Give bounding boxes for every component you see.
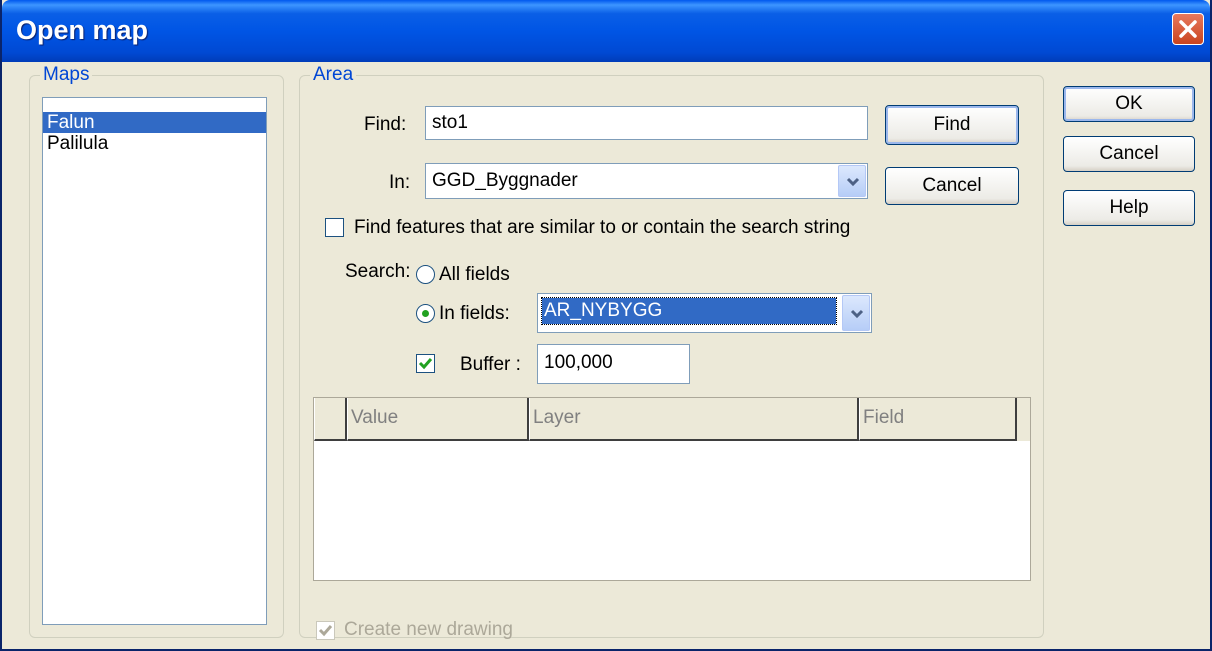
chevron-down-icon	[850, 309, 864, 319]
window-title: Open map	[16, 15, 149, 45]
maps-group: Maps Falun Palilula	[29, 64, 284, 638]
column-header-field[interactable]: Field	[859, 398, 1017, 441]
maps-legend: Maps	[40, 64, 93, 86]
close-icon	[1179, 20, 1197, 38]
cancel-area-button[interactable]: Cancel	[885, 167, 1019, 205]
in-fields-combo[interactable]: AR_NYBYGG	[537, 293, 872, 333]
ok-button[interactable]: OK	[1063, 86, 1195, 122]
maps-listbox[interactable]: Falun Palilula	[42, 97, 267, 625]
create-drawing-checkbox[interactable]	[316, 621, 335, 640]
close-button[interactable]	[1172, 13, 1204, 45]
checkmark-icon	[318, 625, 333, 637]
in-fields-dropdown-button[interactable]	[842, 295, 870, 331]
create-drawing-label: Create new drawing	[344, 619, 513, 640]
in-fields-label: In fields:	[439, 303, 510, 324]
title-bar[interactable]: Open map	[2, 0, 1210, 62]
column-header-value[interactable]: Value	[347, 398, 529, 441]
in-fields-radio[interactable]	[416, 304, 435, 323]
area-legend: Area	[310, 64, 357, 86]
in-layer-combo[interactable]: GGD_Byggnader	[425, 163, 868, 199]
area-group: Area Find: sto1 Find In: GGD_Byggnader C…	[299, 64, 1044, 640]
map-item-falun[interactable]: Falun	[43, 112, 266, 133]
similar-checkbox[interactable]	[325, 218, 344, 237]
in-fields-value: AR_NYBYGG	[541, 297, 837, 325]
all-fields-label: All fields	[439, 264, 510, 285]
map-item-palilula[interactable]: Palilula	[43, 133, 266, 154]
similar-label: Find features that are similar to or con…	[354, 217, 851, 238]
row-header-corner	[314, 398, 347, 441]
search-label: Search:	[345, 261, 411, 282]
in-layer-dropdown-button[interactable]	[838, 165, 866, 197]
in-layer-value: GGD_Byggnader	[432, 170, 578, 191]
column-header-layer[interactable]: Layer	[529, 398, 859, 441]
results-grid[interactable]: Value Layer Field	[313, 397, 1031, 581]
chevron-down-icon	[846, 177, 860, 187]
buffer-checkbox[interactable]	[416, 354, 435, 373]
open-map-dialog: Open map Maps Falun Palilula Area Find: …	[0, 0, 1212, 651]
find-input[interactable]: sto1	[425, 106, 868, 140]
find-label: Find:	[364, 114, 407, 135]
checkmark-icon	[418, 358, 433, 370]
cancel-button[interactable]: Cancel	[1063, 136, 1195, 172]
find-button[interactable]: Find	[885, 105, 1019, 145]
all-fields-radio[interactable]	[416, 265, 435, 284]
help-button[interactable]: Help	[1063, 190, 1195, 226]
buffer-input[interactable]: 100,000	[537, 344, 690, 384]
in-label: In:	[389, 172, 411, 193]
results-grid-header: Value Layer Field	[314, 398, 1030, 441]
buffer-label: Buffer :	[460, 354, 521, 375]
